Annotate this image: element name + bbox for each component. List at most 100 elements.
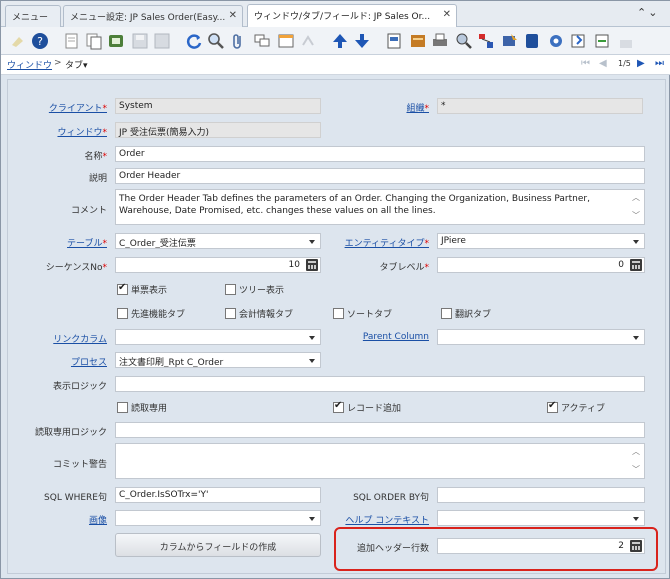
lock-icon[interactable]	[617, 32, 635, 50]
help-context-label[interactable]: ヘルプ コンテキスト	[331, 513, 429, 526]
active-checkbox[interactable]: アクティブ	[547, 400, 605, 414]
save-new-icon[interactable]	[153, 32, 171, 50]
sql-orderby-field[interactable]	[437, 487, 645, 503]
window-label[interactable]: ウィンドウ*	[41, 125, 107, 138]
workflow-icon[interactable]	[477, 32, 495, 50]
calculator-icon[interactable]	[630, 259, 642, 271]
parent-record-icon[interactable]	[299, 32, 317, 50]
readonly-logic-label: 読取専用ロジック	[34, 428, 107, 438]
org-label[interactable]: 組織*	[381, 101, 429, 114]
client-label[interactable]: クライアント*	[41, 101, 107, 114]
accounting-tab-checkbox[interactable]: 会計情報タブ	[225, 307, 293, 320]
import-icon[interactable]	[593, 32, 611, 50]
checkbox-checked-icon[interactable]	[117, 282, 128, 295]
table-select[interactable]: C_Order_受注伝票	[115, 233, 321, 249]
attachment-icon[interactable]	[229, 32, 247, 50]
link-column-label[interactable]: リンクカラム	[31, 332, 107, 345]
image-select[interactable]	[115, 510, 321, 526]
entity-type-select[interactable]: JPiere	[437, 233, 645, 249]
checkbox-icon[interactable]	[333, 308, 344, 319]
tab-menu[interactable]: メニュー	[5, 5, 61, 27]
checkbox-icon[interactable]	[225, 284, 236, 295]
scroll-up-icon[interactable]: ︿	[632, 446, 640, 458]
process-label[interactable]: プロセス	[31, 355, 107, 368]
tab-window-tab-field[interactable]: ウィンドウ/タブ/フィールド: JP Sales Or... ✕	[247, 4, 457, 28]
read-only-checkbox[interactable]: 読取専用	[117, 401, 167, 414]
print-icon[interactable]	[431, 32, 449, 50]
seq-value: 10	[288, 260, 300, 270]
arrow-down-icon[interactable]	[353, 32, 371, 50]
first-record-icon[interactable]: ⏮	[581, 58, 590, 69]
close-icon[interactable]: ✕	[229, 10, 237, 21]
single-row-checkbox[interactable]: 単票表示	[117, 282, 167, 296]
image-label[interactable]: 画像	[31, 513, 107, 526]
tab-menu-setting[interactable]: メニュー設定: JP Sales Order(Easy... ✕	[63, 5, 243, 27]
scroll-down-icon[interactable]: ﹀	[632, 210, 640, 222]
arrow-up-icon[interactable]	[331, 32, 349, 50]
display-logic-field[interactable]	[115, 376, 645, 392]
description-field[interactable]: Order Header	[115, 168, 645, 184]
read-only-text: 読取専用	[131, 404, 168, 414]
link-column-select[interactable]	[115, 329, 321, 345]
scroll-down-icon[interactable]: ﹀	[632, 464, 640, 476]
client-field: System	[115, 98, 321, 114]
next-record-icon[interactable]: ▶	[637, 58, 645, 69]
process-select[interactable]: 注文書印刷_Rpt C_Order	[115, 352, 321, 368]
parent-column-select[interactable]	[437, 329, 645, 345]
breadcrumb-window-link[interactable]: ウィンドウ	[7, 58, 52, 71]
tree-view-checkbox[interactable]: ツリー表示	[225, 283, 284, 296]
close-icon[interactable]: ✕	[443, 9, 451, 20]
copy-record-icon[interactable]	[85, 32, 103, 50]
seq-field[interactable]: 10	[115, 257, 321, 273]
sql-where-field[interactable]: C_Order.IsSOTrx='Y'	[115, 487, 321, 503]
breadcrumb-tab-menu[interactable]: タブ▾	[65, 58, 88, 71]
checkbox-icon[interactable]	[117, 402, 128, 413]
help-context-select[interactable]	[437, 510, 645, 526]
tree-view-text: ツリー表示	[239, 286, 285, 296]
ignore-icon[interactable]	[9, 32, 27, 50]
calculator-icon[interactable]	[306, 259, 318, 271]
help-icon[interactable]: ?	[31, 32, 49, 50]
create-fields-button[interactable]: カラムからフィールドの作成	[115, 533, 321, 557]
translation-tab-checkbox[interactable]: 翻訳タブ	[441, 307, 491, 320]
tab-level-field[interactable]: 0	[437, 257, 645, 273]
report-icon[interactable]	[385, 32, 403, 50]
delete-icon[interactable]	[107, 32, 125, 50]
insert-record-checkbox[interactable]: レコード追加	[333, 400, 401, 414]
product-info-icon[interactable]	[523, 32, 541, 50]
new-record-icon[interactable]	[63, 32, 81, 50]
entity-type-label[interactable]: エンティティタイプ*	[331, 236, 429, 249]
chat-icon[interactable]	[253, 32, 271, 50]
checkbox-checked-icon[interactable]	[333, 400, 344, 413]
checkbox-icon[interactable]	[225, 308, 236, 319]
advanced-tab-checkbox[interactable]: 先進機能タブ	[117, 307, 185, 320]
sort-tab-checkbox[interactable]: ソートタブ	[333, 307, 392, 320]
last-record-icon[interactable]: ⏭	[655, 58, 664, 69]
save-icon[interactable]	[131, 32, 149, 50]
name-field[interactable]: Order	[115, 146, 645, 162]
chevron-down-icon[interactable]: ⌄	[648, 6, 659, 19]
checkbox-icon[interactable]	[441, 308, 452, 319]
archive-icon[interactable]	[409, 32, 427, 50]
readonly-logic-field[interactable]	[115, 422, 645, 438]
window-label-text: ウィンドウ	[57, 128, 103, 138]
table-label[interactable]: テーブル*	[41, 236, 107, 249]
commit-warning-textarea[interactable]: ︿ ﹀	[115, 443, 645, 479]
export-icon[interactable]	[569, 32, 587, 50]
request-icon[interactable]	[501, 32, 519, 50]
search-icon[interactable]	[207, 32, 225, 50]
parent-column-label[interactable]: Parent Column	[331, 332, 429, 342]
settings-icon[interactable]	[547, 32, 565, 50]
grid-toggle-icon[interactable]	[277, 32, 295, 50]
checkbox-checked-icon[interactable]	[547, 400, 558, 413]
zoom-across-icon[interactable]	[455, 32, 473, 50]
comment-textarea[interactable]: The Order Header Tab defines the paramet…	[115, 189, 645, 225]
description-label: 説明	[88, 174, 107, 184]
scroll-up-icon[interactable]: ︿	[632, 192, 640, 204]
refresh-icon[interactable]	[185, 32, 203, 50]
chevron-controls[interactable]: ⌃⌄	[637, 6, 665, 22]
advanced-tab-text: 先進機能タブ	[131, 310, 186, 320]
chevron-up-icon[interactable]: ⌃	[637, 6, 648, 19]
checkbox-icon[interactable]	[117, 308, 128, 319]
previous-record-icon[interactable]: ◀	[599, 58, 607, 69]
